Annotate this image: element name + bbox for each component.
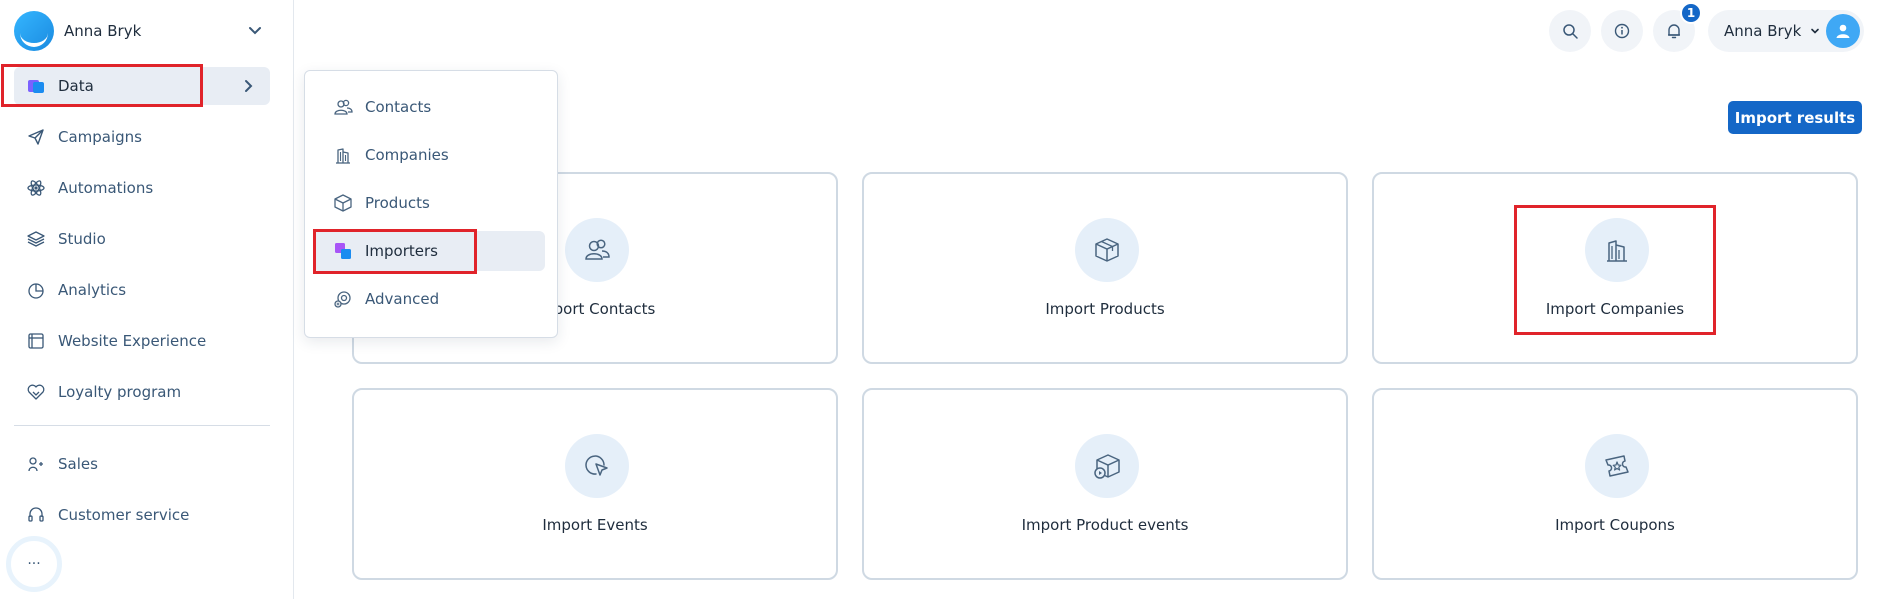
box-icon xyxy=(333,193,353,213)
paper-plane-icon xyxy=(26,127,46,147)
contacts-icon xyxy=(333,97,353,117)
sidebar-item-campaigns[interactable]: Campaigns xyxy=(14,118,270,156)
menu-item-label: Advanced xyxy=(365,290,440,308)
card-label: Import Product events xyxy=(1021,516,1189,534)
sidebar-item-loyalty-program[interactable]: Loyalty program xyxy=(14,373,270,411)
sidebar-item-label: Loyalty program xyxy=(58,383,182,401)
sidebar-item-label: Studio xyxy=(58,230,106,248)
search-icon xyxy=(1563,24,1578,39)
notification-count-badge: 1 xyxy=(1680,2,1702,24)
headset-icon xyxy=(26,505,46,525)
sidebar-divider xyxy=(14,425,270,426)
sidebar-item-label: Sales xyxy=(58,455,98,473)
sidebar-item-label: Website Experience xyxy=(58,332,207,350)
menu-item-companies[interactable]: Companies xyxy=(313,135,545,175)
advanced-icon xyxy=(333,289,353,309)
card-label: Import Coupons xyxy=(1555,516,1675,534)
pie-chart-icon xyxy=(26,280,46,300)
user-name: Anna Bryk xyxy=(1724,22,1802,40)
menu-item-products[interactable]: Products xyxy=(313,183,545,223)
data-submenu: Contacts Companies Products Importers Ad… xyxy=(304,70,558,338)
info-icon xyxy=(1614,23,1630,39)
chevron-down-icon xyxy=(1811,28,1820,34)
card-label: Import Events xyxy=(542,516,648,534)
contacts-icon xyxy=(565,218,629,282)
sidebar-item-studio[interactable]: Studio xyxy=(14,220,270,258)
cursor-click-icon xyxy=(565,434,629,498)
workspace-switcher[interactable]: Anna Bryk xyxy=(14,10,272,52)
info-button[interactable] xyxy=(1601,10,1643,52)
heart-tag-icon xyxy=(26,382,46,402)
sidebar-item-analytics[interactable]: Analytics xyxy=(14,271,270,309)
app-root: Anna Bryk Data Campaigns Automations Stu… xyxy=(0,0,1888,599)
workspace-name: Anna Bryk xyxy=(64,22,142,40)
user-menu-button[interactable]: Anna Bryk xyxy=(1708,10,1864,52)
menu-item-advanced[interactable]: Advanced xyxy=(313,279,545,319)
ellipsis-icon: ··· xyxy=(27,556,41,572)
sales-icon xyxy=(26,454,46,474)
sidebar-item-sales[interactable]: Sales xyxy=(14,445,270,483)
card-label: Import Products xyxy=(1045,300,1165,318)
layers-icon xyxy=(26,229,46,249)
highlight-box-data xyxy=(1,64,203,107)
chevron-right-icon xyxy=(245,80,253,92)
bell-icon xyxy=(1668,24,1680,39)
user-icon xyxy=(1836,24,1850,38)
import-coupons-card[interactable]: Import Coupons xyxy=(1372,388,1858,580)
import-products-card[interactable]: Import Products xyxy=(862,172,1348,364)
menu-item-label: Products xyxy=(365,194,430,212)
atom-icon xyxy=(26,178,46,198)
search-button[interactable] xyxy=(1549,10,1591,52)
sidebar-item-label: Campaigns xyxy=(58,128,143,146)
box-icon xyxy=(1075,218,1139,282)
sidebar-item-customer-service[interactable]: Customer service xyxy=(14,496,270,534)
menu-item-label: Companies xyxy=(365,146,449,164)
highlight-box-importers xyxy=(313,229,477,274)
building-icon xyxy=(333,145,353,165)
import-product-events-card[interactable]: Import Product events xyxy=(862,388,1348,580)
sidebar-item-label: Analytics xyxy=(58,281,127,299)
sidebar-item-automations[interactable]: Automations xyxy=(14,169,270,207)
chevron-down-icon xyxy=(249,27,261,35)
highlight-box-import-companies xyxy=(1514,205,1716,335)
browser-window-icon xyxy=(26,331,46,351)
sidebar-item-website-experience[interactable]: Website Experience xyxy=(14,322,270,360)
import-results-button[interactable]: Import results xyxy=(1728,101,1862,134)
coupon-icon xyxy=(1585,434,1649,498)
workspace-logo xyxy=(14,11,54,51)
menu-item-contacts[interactable]: Contacts xyxy=(313,87,545,127)
avatar xyxy=(1826,14,1860,48)
menu-item-label: Contacts xyxy=(365,98,432,116)
more-menu-button[interactable]: ··· xyxy=(6,536,62,592)
import-events-card[interactable]: Import Events xyxy=(352,388,838,580)
box-play-icon xyxy=(1075,434,1139,498)
sidebar-item-label: Customer service xyxy=(58,506,190,524)
sidebar-item-label: Automations xyxy=(58,179,154,197)
